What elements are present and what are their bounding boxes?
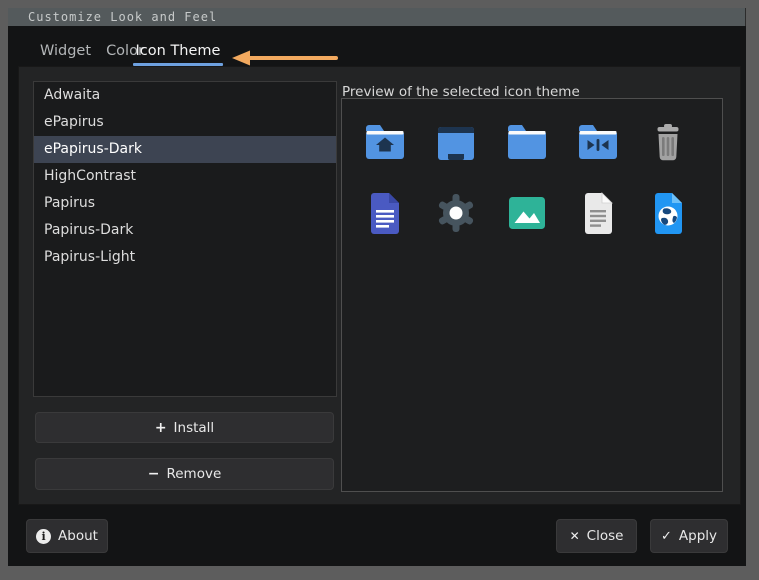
list-item-adwaita[interactable]: Adwaita — [34, 82, 336, 109]
install-button[interactable]: + Install — [35, 412, 334, 443]
info-icon: i — [36, 529, 51, 544]
annotation-arrow-icon — [230, 48, 342, 68]
checkmark-icon: ✓ — [661, 529, 672, 544]
apply-button-label: Apply — [679, 528, 717, 544]
apply-button[interactable]: ✓ Apply — [650, 519, 728, 553]
close-button[interactable]: ✕ Close — [556, 519, 637, 553]
text-file-icon — [574, 189, 622, 237]
tab-icon-theme[interactable]: Icon Theme — [133, 38, 223, 64]
icon-theme-list[interactable]: Adwaita ePapirus ePapirus-Dark HighContr… — [33, 81, 337, 397]
list-item-papirus[interactable]: Papirus — [34, 190, 336, 217]
about-button[interactable]: i About — [26, 519, 108, 553]
remove-button-label: Remove — [166, 466, 221, 482]
document-icon — [361, 189, 409, 237]
folder-icon — [503, 118, 551, 166]
window-title: Customize Look and Feel — [28, 10, 217, 24]
tab-widget-label: Widget — [40, 43, 91, 59]
app-window: Customize Look and Feel Widget Color Ico… — [8, 8, 746, 566]
minus-icon: − — [148, 466, 160, 482]
list-item-epapirus-dark[interactable]: ePapirus-Dark — [34, 136, 336, 163]
html-file-icon — [644, 189, 692, 237]
install-button-label: Install — [174, 420, 215, 436]
image-icon — [503, 189, 551, 237]
list-item-epapirus[interactable]: ePapirus — [34, 109, 336, 136]
remove-button[interactable]: − Remove — [35, 458, 334, 490]
list-item-highcontrast[interactable]: HighContrast — [34, 163, 336, 190]
icon-preview-area — [341, 98, 723, 492]
window-titlebar[interactable]: Customize Look and Feel — [8, 8, 746, 26]
list-item-papirus-light[interactable]: Papirus-Light — [34, 244, 336, 271]
close-x-icon: ✕ — [570, 529, 580, 543]
screenshot-root: { "window": { "title": "Customize Look a… — [0, 0, 759, 580]
plus-icon: + — [155, 420, 167, 436]
desktop-icon — [432, 118, 480, 166]
settings-gear-icon — [432, 189, 480, 237]
folder-drive-icon — [574, 118, 622, 166]
tab-widget[interactable]: Widget — [33, 38, 98, 64]
list-item-papirus-dark[interactable]: Papirus-Dark — [34, 217, 336, 244]
about-button-label: About — [58, 528, 98, 544]
close-button-label: Close — [587, 528, 624, 544]
trash-icon — [644, 118, 692, 166]
tab-icon-theme-label: Icon Theme — [136, 43, 221, 59]
user-home-folder-icon — [361, 118, 409, 166]
